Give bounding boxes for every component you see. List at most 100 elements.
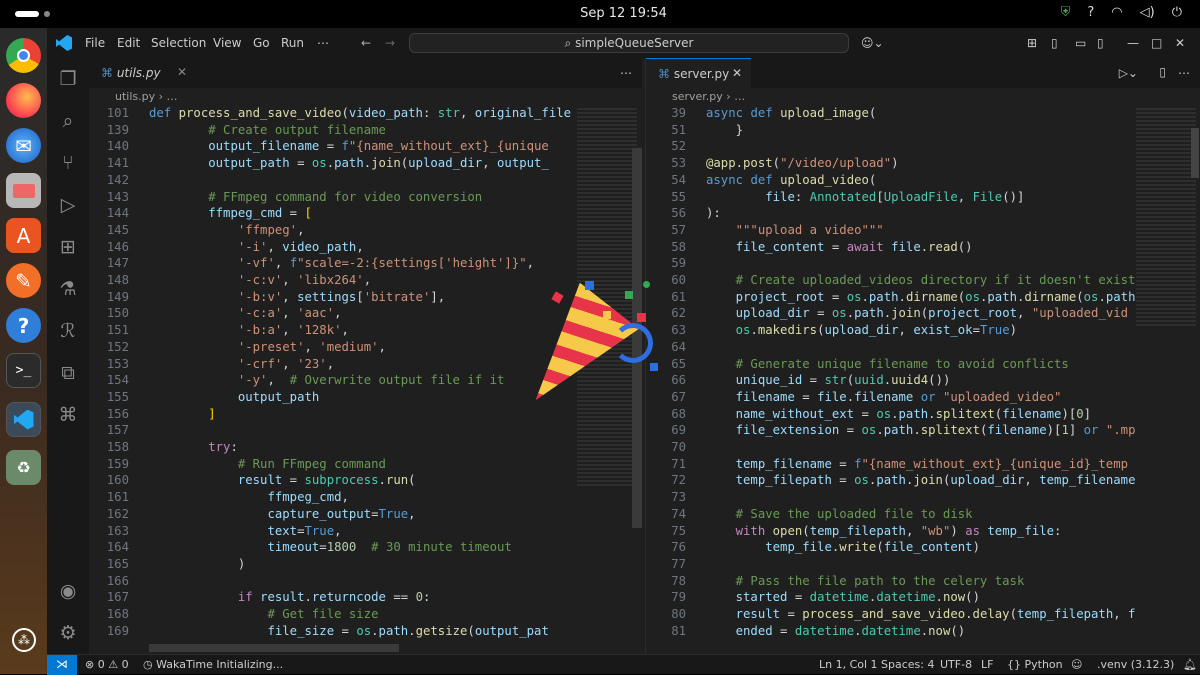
ai-icon[interactable]: ℛ <box>55 318 81 344</box>
code-line[interactable]: filename = file.filename or "uploaded_vi… <box>706 390 1062 404</box>
more-actions-icon[interactable]: ⋯ <box>1178 66 1190 80</box>
chrome-icon[interactable] <box>6 38 41 73</box>
code-line[interactable]: capture_output=True, <box>149 507 415 521</box>
code-line[interactable]: temp_filename = f"{name_without_ext}_{un… <box>706 457 1128 471</box>
code-line[interactable]: def process_and_save_video(video_path: s… <box>149 106 571 120</box>
menu-more[interactable]: ⋯ <box>317 36 329 50</box>
remote-indicator-icon[interactable]: ⋊ <box>47 655 77 675</box>
code-line[interactable]: name_without_ext = os.path.splitext(file… <box>706 407 1091 421</box>
code-line[interactable]: # Save the uploaded file to disk <box>706 507 973 521</box>
extensions-icon[interactable]: ⊞ <box>55 234 81 260</box>
code-line[interactable]: '-b:v', settings['bitrate'], <box>149 290 445 304</box>
encoding[interactable]: UTF-8 <box>940 658 972 671</box>
code-line[interactable]: '-y', # Overwrite output file if it <box>149 373 505 387</box>
menu-run[interactable]: Run <box>281 36 304 50</box>
help-icon[interactable]: ? <box>1087 5 1094 20</box>
wifi-icon[interactable]: ◠ <box>1111 5 1122 20</box>
copilot-status-icon[interactable]: ☺ <box>1071 658 1082 671</box>
show-apps-icon[interactable]: ⁂ <box>12 628 36 652</box>
vscode-icon[interactable] <box>6 402 41 437</box>
end-of-line[interactable]: LF <box>981 658 993 671</box>
code-line[interactable]: started = datetime.datetime.now() <box>706 590 980 604</box>
minimize-icon[interactable]: — <box>1127 36 1139 50</box>
customize-layout-icon[interactable]: ⊞ <box>1027 36 1037 50</box>
paintbrush-icon[interactable]: ✎ <box>6 263 41 298</box>
split-editor-icon[interactable]: ▯ <box>1159 65 1166 79</box>
code-line[interactable]: unique_id = str(uuid.uuid4()) <box>706 373 951 387</box>
menu-view[interactable]: View <box>213 36 241 50</box>
code-line[interactable]: '-c:a', 'aac', <box>149 306 342 320</box>
power-icon[interactable]: ⏻ <box>1172 5 1182 20</box>
code-line[interactable]: if result.returncode == 0: <box>149 590 431 604</box>
code-line[interactable]: '-preset', 'medium', <box>149 340 386 354</box>
code-line[interactable]: # Run FFmpeg command <box>149 457 386 471</box>
code-line[interactable]: ] <box>149 407 215 421</box>
help-app-icon[interactable]: ? <box>6 308 41 343</box>
code-line[interactable]: ffmpeg_cmd, <box>149 490 348 504</box>
code-line[interactable]: ): <box>706 206 721 220</box>
code-line[interactable]: project_root = os.path.dirname(os.path.d… <box>706 290 1136 304</box>
code-line[interactable]: os.makedirs(upload_dir, exist_ok=True) <box>706 323 1017 337</box>
code-line[interactable]: # Create uploaded_videos directory if it… <box>706 273 1136 287</box>
toggle-sidebar-icon[interactable]: ▯ <box>1051 36 1058 50</box>
close-window-icon[interactable]: ✕ <box>1175 36 1185 50</box>
code-line[interactable]: async def upload_video( <box>706 173 876 187</box>
code-line[interactable]: file_extension = os.path.splitext(filena… <box>706 423 1136 437</box>
thunderbird-icon[interactable]: ✉ <box>6 128 41 163</box>
code-area[interactable]: 101 def process_and_save_video(video_path… <box>89 106 579 654</box>
code-line[interactable]: 'ffmpeg', <box>149 223 305 237</box>
code-line[interactable]: output_filename = f"{name_without_ext}_{… <box>149 139 549 153</box>
source-control-icon[interactable]: ⑂ <box>55 150 81 176</box>
copilot-icon[interactable]: ☺⌄ <box>861 36 884 50</box>
files-icon[interactable] <box>6 173 41 208</box>
run-file-icon[interactable]: ▷⌄ <box>1119 66 1138 80</box>
forward-arrow-icon[interactable]: → <box>385 36 395 50</box>
code-line[interactable]: output_path <box>149 390 319 404</box>
search-icon[interactable]: ⌕ <box>55 108 81 134</box>
restore-icon[interactable]: □ <box>1151 36 1162 50</box>
system-tray[interactable]: ⛨ ? ◠ ◁) ⏻ <box>1061 5 1182 20</box>
menu-file[interactable]: File <box>85 36 105 50</box>
more-actions-icon[interactable]: ⋯ <box>620 66 632 80</box>
code-line[interactable]: try: <box>149 440 238 454</box>
close-icon[interactable]: ✕ <box>732 66 742 80</box>
menu-selection[interactable]: Selection <box>151 36 206 50</box>
code-line[interactable]: temp_filepath = os.path.join(upload_dir,… <box>706 473 1136 487</box>
trash-icon[interactable]: ♻ <box>6 450 41 485</box>
indentation[interactable]: Spaces: 4 <box>881 658 934 671</box>
account-icon[interactable]: ◉ <box>55 578 81 604</box>
remote-explorer-icon[interactable]: ⧉ <box>55 360 81 386</box>
code-line[interactable]: '-i', video_path, <box>149 240 364 254</box>
tab-utils-py[interactable]: ⌘ utils.py ✕ <box>89 58 199 88</box>
system-clock[interactable]: Sep 12 19:54 <box>0 6 1200 21</box>
run-debug-icon[interactable]: ▷ <box>55 192 81 218</box>
menu-go[interactable]: Go <box>253 36 270 50</box>
terminal-icon[interactable]: >_ <box>6 353 41 388</box>
code-line[interactable]: output_path = os.path.join(upload_dir, o… <box>149 156 549 170</box>
code-line[interactable]: '-b:a', '128k', <box>149 323 349 337</box>
breadcrumb[interactable]: utils.py › … <box>89 88 642 106</box>
problems-indicator[interactable]: ⊗ 0 ⚠ 0 <box>85 658 129 671</box>
code-line[interactable]: async def upload_image( <box>706 106 876 120</box>
back-arrow-icon[interactable]: ← <box>361 36 371 50</box>
code-line[interactable]: with open(temp_filepath, "wb") as temp_f… <box>706 524 1062 538</box>
minimap[interactable] <box>1136 108 1196 328</box>
code-line[interactable]: temp_file.write(file_content) <box>706 540 980 554</box>
code-line[interactable]: '-c:v', 'libx264', <box>149 273 371 287</box>
breadcrumb[interactable]: server.py › … <box>646 88 1200 106</box>
firefox-icon[interactable] <box>6 83 41 118</box>
code-line[interactable]: '-vf', f"scale=-2:{settings['height']}", <box>149 256 534 270</box>
code-line[interactable]: file: Annotated[UploadFile, File()] <box>706 190 1024 204</box>
python-interpreter[interactable]: .venv (3.12.3) <box>1097 658 1174 671</box>
code-line[interactable]: # Create output filename <box>149 123 386 137</box>
code-line[interactable]: text=True, <box>149 524 341 538</box>
explorer-icon[interactable]: ❐ <box>55 66 81 92</box>
notifications-icon[interactable]: 🔔︎ <box>1183 658 1197 671</box>
command-center-search[interactable]: ⌕ simpleQueueServer <box>409 33 849 53</box>
code-line[interactable]: upload_dir = os.path.join(project_root, … <box>706 306 1128 320</box>
python-icon[interactable]: ⌘ <box>55 402 81 428</box>
testing-icon[interactable]: ⚗ <box>55 276 81 302</box>
app-center-icon[interactable]: A <box>6 218 41 253</box>
toggle-secondary-sidebar-icon[interactable]: ▯ <box>1097 36 1104 50</box>
code-line[interactable]: } <box>706 123 743 137</box>
